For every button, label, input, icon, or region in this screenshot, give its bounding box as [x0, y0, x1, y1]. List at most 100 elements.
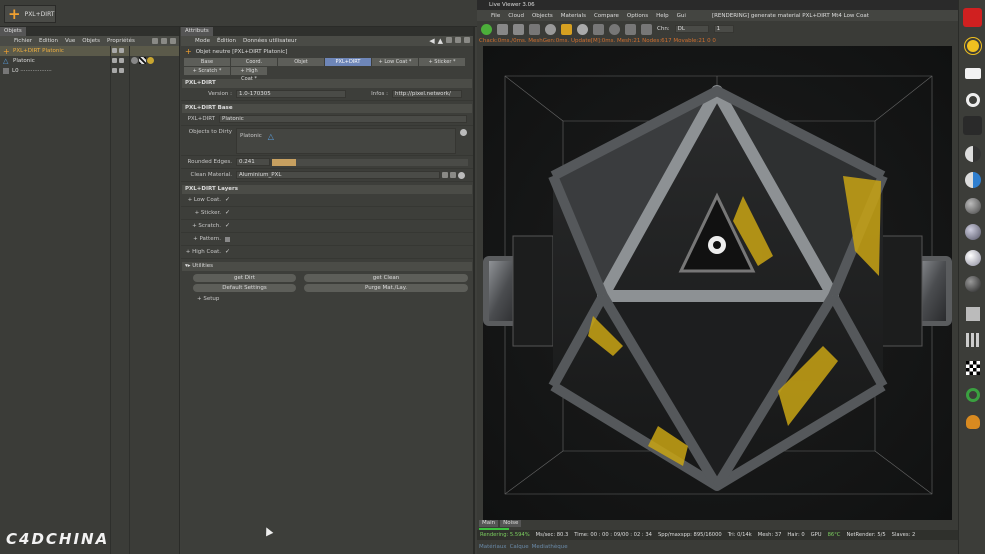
copy-icon[interactable]: [593, 23, 604, 35]
region-icon[interactable]: [529, 23, 540, 35]
stop-icon[interactable]: [497, 23, 508, 35]
tab-base[interactable]: Base: [184, 58, 230, 66]
lv-menu-materials[interactable]: Materials: [561, 13, 586, 19]
target-light-icon[interactable]: [963, 90, 982, 109]
check-icon[interactable]: [119, 68, 124, 73]
camera-icon[interactable]: [963, 8, 982, 27]
new-window-icon[interactable]: [464, 37, 470, 43]
object-row-l0[interactable]: L0 ··················: [0, 66, 179, 76]
material-sphere-icon[interactable]: [577, 23, 588, 35]
lock-icon[interactable]: [561, 23, 572, 35]
arrow-icon[interactable]: [442, 172, 448, 178]
tab-objets[interactable]: Objets: [0, 27, 26, 36]
sphere-light-icon[interactable]: [963, 248, 982, 267]
search-icon[interactable]: [446, 37, 452, 43]
get-dirt-button[interactable]: get Dirt: [193, 274, 296, 282]
lv-menu-cloud[interactable]: Cloud: [508, 13, 524, 19]
texture-icon[interactable]: [963, 304, 982, 323]
tab-objet[interactable]: Objet: [278, 58, 324, 66]
visibility-icon[interactable]: [112, 58, 117, 63]
home-icon[interactable]: [170, 38, 176, 44]
check-icon[interactable]: [119, 58, 124, 63]
help-icon[interactable]: [609, 23, 620, 35]
clear-icon[interactable]: [458, 171, 465, 179]
tab-coord[interactable]: Coord.: [231, 58, 277, 66]
lv-menu-file[interactable]: File: [491, 13, 500, 19]
pxl-dirt-field[interactable]: Platonic: [219, 115, 467, 123]
objects-to-dirty-list[interactable]: Platonic △: [236, 128, 456, 154]
menu-edition[interactable]: Édition: [217, 38, 236, 44]
tab-calque[interactable]: Calque: [510, 544, 529, 550]
pattern-checkbox[interactable]: [225, 236, 230, 242]
focus-icon[interactable]: [641, 23, 652, 35]
menu-user-data[interactable]: Données utilisateur: [243, 38, 297, 44]
visibility-icon[interactable]: [112, 68, 117, 73]
settings-gear-icon[interactable]: [545, 23, 556, 35]
lv-menu-compare[interactable]: Compare: [594, 13, 619, 19]
pause-icon[interactable]: [513, 23, 524, 35]
rounded-edges-slider[interactable]: [272, 158, 468, 166]
material-tag-icon[interactable]: [147, 57, 154, 64]
low-coat-checkbox[interactable]: ✓: [225, 197, 231, 203]
object-row-platonic[interactable]: △ Platonic: [0, 56, 179, 66]
area-light-icon[interactable]: [963, 64, 982, 83]
scratch-checkbox[interactable]: ✓: [225, 223, 231, 229]
high-coat-checkbox[interactable]: ✓: [225, 249, 231, 255]
ies-light-icon[interactable]: [963, 116, 982, 135]
menu-proprietes[interactable]: Propriétés: [107, 38, 135, 44]
pxl-dirt-button[interactable]: + PXL+DIRT: [4, 5, 56, 23]
material-blue-icon[interactable]: [963, 170, 982, 189]
sphere-mid-icon[interactable]: [963, 222, 982, 241]
clean-material-field[interactable]: Aluminium_PXL: [236, 171, 440, 179]
cursor-icon[interactable]: ▲: [438, 37, 443, 45]
recycle-icon[interactable]: [963, 385, 982, 404]
purge-button[interactable]: Purge Mat./Lay.: [304, 284, 468, 292]
tab-scratch[interactable]: + Scratch *: [184, 67, 230, 75]
menu-objets[interactable]: Objets: [82, 38, 100, 44]
tab-noise[interactable]: Noise: [500, 520, 522, 527]
lv-menu-options[interactable]: Options: [627, 13, 648, 19]
pin-icon[interactable]: [625, 23, 636, 35]
tab-sticker[interactable]: + Sticker *: [419, 58, 465, 66]
back-arrow-icon[interactable]: ◀: [429, 37, 434, 45]
channel-select[interactable]: DL: [674, 25, 709, 33]
daylight-icon[interactable]: [963, 36, 982, 55]
filter-icon[interactable]: [161, 38, 167, 44]
search-icon[interactable]: [152, 38, 158, 44]
tab-materiaux[interactable]: Matériaux: [479, 544, 507, 550]
tree-icon[interactable]: [963, 412, 982, 431]
sticker-checkbox[interactable]: ✓: [225, 210, 231, 216]
start-render-icon[interactable]: [481, 23, 492, 35]
check-icon[interactable]: [119, 48, 124, 53]
clear-list-icon[interactable]: [460, 129, 467, 136]
objects-to-dirty-item[interactable]: Platonic: [240, 133, 262, 139]
tab-mediatheque[interactable]: Mediathèque: [532, 544, 568, 550]
tab-pxl-dirt[interactable]: PXL+DIRT: [325, 58, 371, 66]
menu-icon[interactable]: [450, 172, 456, 178]
lv-menu-objects[interactable]: Objects: [532, 13, 553, 19]
lock-icon[interactable]: [455, 37, 461, 43]
sphere-dark-icon[interactable]: [963, 274, 982, 293]
material-half-icon[interactable]: [963, 144, 982, 163]
section-utilities[interactable]: ▾▸ Utilities: [182, 262, 472, 271]
tab-attributs[interactable]: Attributs: [181, 27, 213, 36]
channel-number[interactable]: 1: [713, 25, 734, 33]
menu-fichier[interactable]: Fichier: [14, 38, 32, 44]
tab-main[interactable]: Main: [479, 520, 499, 527]
texture-tag-icon[interactable]: [139, 57, 146, 64]
visibility-icon[interactable]: [112, 48, 117, 53]
get-clean-button[interactable]: get Clean: [304, 274, 468, 282]
grid-icon[interactable]: [963, 330, 982, 349]
default-settings-button[interactable]: Default Settings: [193, 284, 296, 292]
lv-menu-gui[interactable]: Gui: [677, 13, 686, 19]
sphere-gray-icon[interactable]: [963, 196, 982, 215]
render-viewport[interactable]: [483, 46, 952, 520]
material-tag-icon[interactable]: [131, 57, 138, 64]
menu-vue[interactable]: Vue: [65, 38, 75, 44]
setup-toggle[interactable]: + Setup: [181, 292, 473, 302]
rounded-edges-field[interactable]: 0.241: [236, 158, 270, 166]
tab-high-coat[interactable]: + High Coat *: [231, 67, 267, 82]
checker-icon[interactable]: [963, 358, 982, 377]
lv-menu-help[interactable]: Help: [656, 13, 669, 19]
object-row-pxl-dirt[interactable]: + PXL+DIRT Platonic: [0, 46, 179, 56]
